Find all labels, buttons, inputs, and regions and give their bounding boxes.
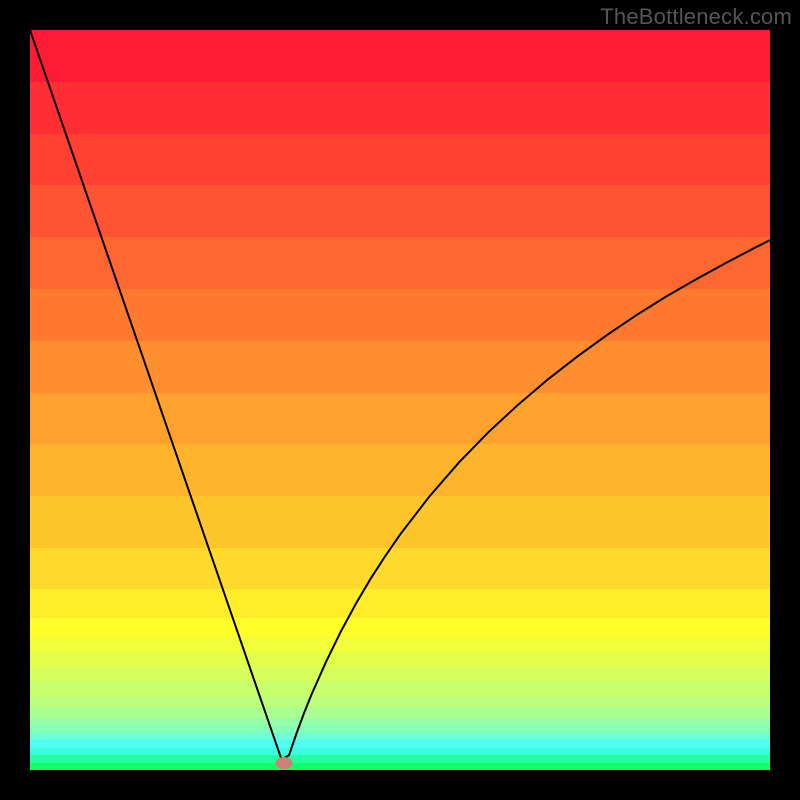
plot-area xyxy=(30,30,770,770)
optimum-marker xyxy=(275,757,292,769)
curve-svg xyxy=(30,30,770,770)
watermark-text: TheBottleneck.com xyxy=(600,4,792,30)
bottleneck-curve xyxy=(30,30,770,760)
chart-frame: TheBottleneck.com xyxy=(0,0,800,800)
